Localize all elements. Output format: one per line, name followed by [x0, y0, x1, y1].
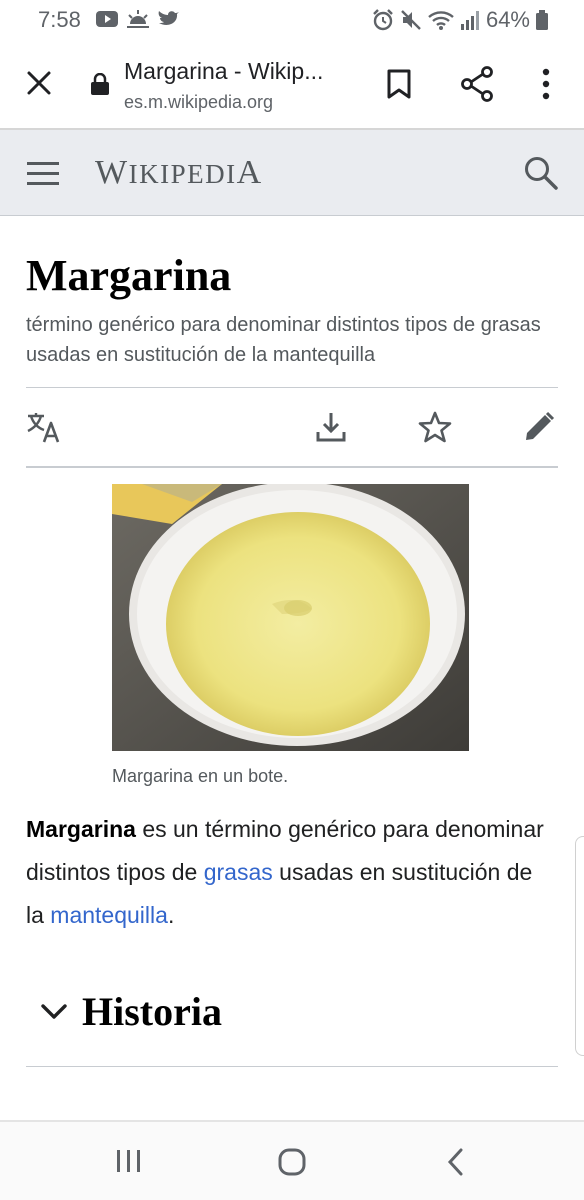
system-icons: 64%: [372, 7, 548, 33]
share-icon[interactable]: [458, 64, 496, 104]
more-options-icon[interactable]: [532, 64, 560, 104]
status-time: 7:58: [38, 7, 81, 32]
youtube-icon: [96, 11, 118, 27]
browser-toolbar: Margarina - Wikip... es.m.wikipedia.org: [0, 40, 584, 130]
back-icon[interactable]: [444, 1147, 468, 1177]
section-heading[interactable]: Historia: [82, 988, 222, 1035]
page-actions: [26, 388, 558, 466]
close-icon[interactable]: [22, 66, 56, 100]
download-icon[interactable]: [314, 410, 348, 444]
wikipedia-logo[interactable]: WIKIPEDIA: [95, 154, 263, 192]
divider: [26, 1066, 558, 1067]
lead-bold-term: Margarina: [26, 816, 136, 842]
page-description: término genérico para denominar distinto…: [26, 314, 541, 366]
edge-panel-handle[interactable]: [575, 836, 584, 1056]
lock-icon: [91, 73, 109, 95]
chevron-down-icon[interactable]: [40, 1000, 68, 1022]
mute-icon: [401, 10, 421, 30]
notification-icons: [96, 9, 180, 29]
search-icon[interactable]: [522, 154, 560, 192]
link-grasas[interactable]: grasas: [204, 859, 273, 885]
alarm-icon: [373, 9, 393, 31]
recent-apps-icon[interactable]: [114, 1148, 144, 1174]
browser-page-title[interactable]: Margarina - Wikip...: [124, 58, 323, 85]
battery-percent: 64%: [485, 7, 530, 32]
image-caption: Margarina en un bote.: [112, 766, 289, 786]
bookmark-icon[interactable]: [384, 64, 414, 104]
status-bar: 7:58 64%: [0, 0, 584, 40]
system-navigation-bar: [0, 1120, 584, 1200]
browser-url[interactable]: es.m.wikipedia.org: [124, 92, 273, 113]
lead-paragraph: Margarina es un término genérico para de…: [26, 816, 544, 928]
battery-icon: [536, 10, 548, 30]
signal-icon: [460, 11, 479, 30]
weather-icon: [127, 10, 149, 28]
page-title: Margarina: [26, 251, 232, 300]
edit-icon[interactable]: [522, 410, 556, 444]
menu-icon[interactable]: [26, 158, 60, 188]
home-icon[interactable]: [277, 1147, 307, 1177]
wikipedia-header: WIKIPEDIA: [0, 130, 584, 216]
link-mantequilla[interactable]: mantequilla: [50, 902, 168, 928]
star-icon[interactable]: [418, 410, 452, 444]
wifi-icon: [428, 11, 454, 30]
margarine-tub-image[interactable]: [112, 484, 469, 751]
section-historia[interactable]: Historia: [26, 986, 558, 1046]
twitter-icon: [158, 11, 179, 25]
language-icon[interactable]: [26, 410, 62, 444]
divider: [26, 466, 558, 468]
